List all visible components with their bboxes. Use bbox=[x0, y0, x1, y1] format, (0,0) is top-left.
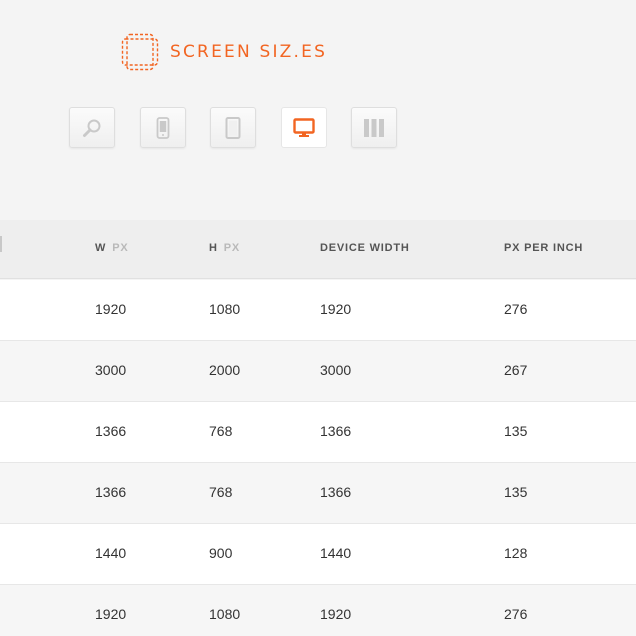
cell-height: 768 bbox=[209, 484, 233, 500]
column-header-device-width[interactable]: DEVICE WIDTH bbox=[320, 242, 410, 254]
table-row[interactable]: 1366 768 1366 135 bbox=[0, 402, 636, 463]
cell-device-width: 1440 bbox=[320, 545, 352, 561]
cell-width: 1440 bbox=[95, 545, 127, 561]
tablet-filter-button[interactable] bbox=[210, 107, 256, 148]
cell-height: 2000 bbox=[209, 362, 241, 378]
cell-height: 900 bbox=[209, 545, 233, 561]
cell-width: 1366 bbox=[95, 484, 127, 500]
logo-icon bbox=[121, 33, 159, 71]
table-row[interactable]: 1920 1080 1920 276 bbox=[0, 585, 636, 636]
table-header: W PX H PX DEVICE WIDTH PX PER INCH bbox=[0, 220, 636, 279]
site-logo[interactable]: SCREEN SIZ.ES bbox=[121, 33, 327, 71]
search-icon bbox=[83, 119, 101, 137]
phone-icon bbox=[156, 116, 170, 139]
table-row[interactable]: 1920 1080 1920 276 bbox=[0, 280, 636, 341]
cell-width: 1366 bbox=[95, 423, 127, 439]
columns-icon bbox=[364, 118, 384, 137]
cell-device-width: 1366 bbox=[320, 484, 352, 500]
tablet-icon bbox=[225, 116, 241, 139]
table-row[interactable]: 3000 2000 3000 267 bbox=[0, 341, 636, 402]
logo-text: SCREEN SIZ.ES bbox=[170, 42, 328, 62]
cell-device-width: 1920 bbox=[320, 301, 352, 317]
column-header-height[interactable]: H PX bbox=[209, 242, 240, 254]
column-divider bbox=[0, 236, 2, 252]
cell-width: 1920 bbox=[95, 301, 127, 317]
cell-px-per-inch: 267 bbox=[504, 362, 528, 378]
cell-width: 3000 bbox=[95, 362, 127, 378]
cell-px-per-inch: 276 bbox=[504, 301, 528, 317]
search-button[interactable] bbox=[69, 107, 115, 148]
column-header-px-per-inch[interactable]: PX PER INCH bbox=[504, 242, 583, 254]
cell-px-per-inch: 128 bbox=[504, 545, 528, 561]
desktop-filter-button[interactable] bbox=[281, 107, 327, 148]
cell-width: 1920 bbox=[95, 606, 127, 622]
desktop-icon bbox=[293, 117, 315, 137]
table-row[interactable]: 1440 900 1440 128 bbox=[0, 524, 636, 585]
cell-height: 1080 bbox=[209, 301, 241, 317]
column-header-width[interactable]: W PX bbox=[95, 242, 128, 254]
cell-px-per-inch: 135 bbox=[504, 484, 528, 500]
cell-px-per-inch: 135 bbox=[504, 423, 528, 439]
phone-filter-button[interactable] bbox=[140, 107, 186, 148]
page: SCREEN SIZ.ES W PX H PX DEVICE WIDTH PX … bbox=[0, 0, 636, 636]
cell-device-width: 1366 bbox=[320, 423, 352, 439]
columns-filter-button[interactable] bbox=[351, 107, 397, 148]
cell-height: 768 bbox=[209, 423, 233, 439]
cell-device-width: 1920 bbox=[320, 606, 352, 622]
table-row[interactable]: 1366 768 1366 135 bbox=[0, 463, 636, 524]
cell-height: 1080 bbox=[209, 606, 241, 622]
cell-px-per-inch: 276 bbox=[504, 606, 528, 622]
cell-device-width: 3000 bbox=[320, 362, 352, 378]
